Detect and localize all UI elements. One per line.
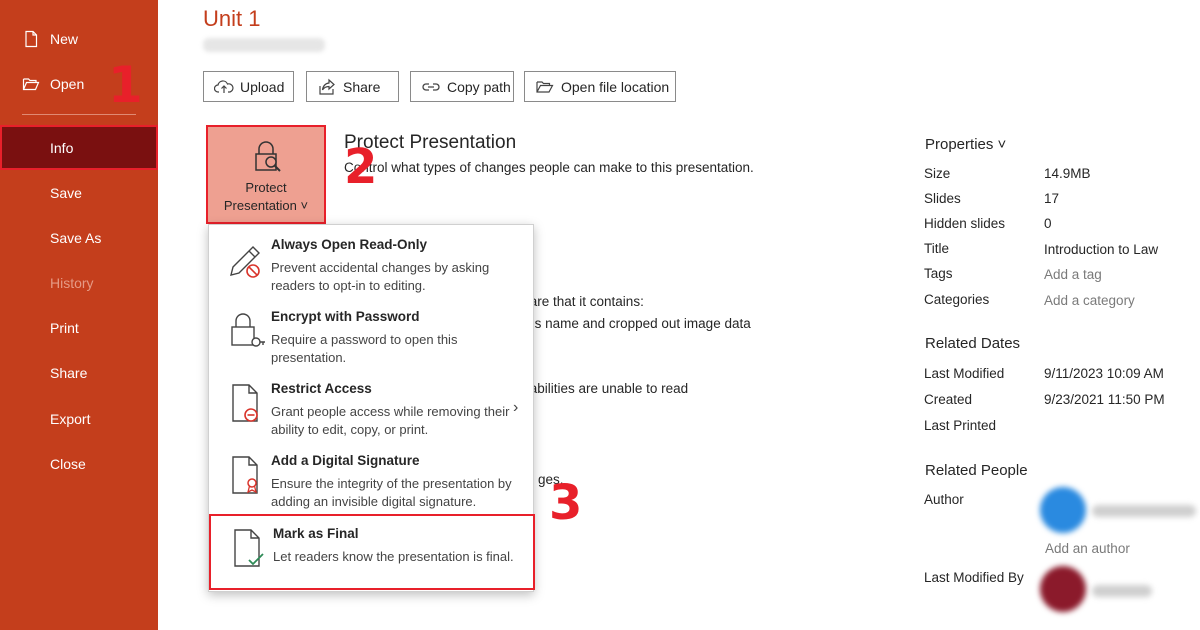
related-people-heading: Related People xyxy=(925,462,1028,479)
accessibility-text-line: isabilities are unable to read xyxy=(520,381,689,396)
sidebar-item-history: History xyxy=(0,263,158,303)
inspect-text-line: or's name and cropped out image data xyxy=(520,316,751,331)
last-modified-by-name-blurred[interactable] xyxy=(1092,585,1152,597)
menu-item-restrict-access[interactable]: Restrict Access Grant people access whil… xyxy=(209,371,533,443)
copy-path-button[interactable]: Copy path xyxy=(410,71,514,102)
share-label: Share xyxy=(343,78,381,95)
author-name-blurred[interactable] xyxy=(1092,505,1196,517)
menu-item-mark-as-final[interactable]: Mark as Final Let readers know the prese… xyxy=(209,514,535,590)
menu-item-description: Prevent accidental changes by asking rea… xyxy=(271,260,490,293)
annotation-step-2: 2 xyxy=(344,139,378,195)
sidebar-item-label: History xyxy=(50,275,94,291)
folder-open-icon xyxy=(22,78,40,91)
menu-item-description: Require a password to open this presenta… xyxy=(271,332,458,365)
add-author-link[interactable]: Add an author xyxy=(1045,541,1130,556)
date-value: 9/11/2023 10:09 AM xyxy=(1044,366,1164,381)
last-modified-by-avatar[interactable] xyxy=(1040,566,1086,612)
protect-presentation-button[interactable]: Protect Presentation ˅ xyxy=(206,125,326,224)
title-field[interactable]: Introduction to Law xyxy=(1044,242,1158,257)
sidebar-item-share[interactable]: Share xyxy=(0,353,158,393)
sidebar-item-close[interactable]: Close xyxy=(0,444,158,484)
date-value: 9/23/2021 11:50 PM xyxy=(1044,392,1165,407)
tags-field[interactable]: Add a tag xyxy=(1044,267,1102,282)
sidebar-item-info[interactable]: Info xyxy=(0,125,158,170)
sidebar-item-save-as[interactable]: Save As xyxy=(0,218,158,258)
share-icon xyxy=(319,78,335,95)
lock-search-icon xyxy=(255,141,281,172)
backstage-view: New Open Info Save Save As History Print… xyxy=(0,0,1200,630)
annotation-step-3: 3 xyxy=(549,475,583,531)
page-title: Unit 1 xyxy=(203,6,261,31)
menu-item-title: Always Open Read-Only xyxy=(271,237,428,252)
chevron-right-icon: › xyxy=(513,399,519,416)
menu-item-description: Let readers know the presentation is fin… xyxy=(273,549,514,564)
sidebar-item-label: Export xyxy=(50,411,91,427)
properties-heading[interactable]: Properties ˅ xyxy=(925,136,1006,153)
menu-item-add-digital-signature[interactable]: Add a Digital Signature Ensure the integ… xyxy=(209,443,533,515)
property-value: 17 xyxy=(1044,191,1060,206)
sidebar-item-label: Close xyxy=(50,456,86,472)
inspect-text-line: ware that it contains: xyxy=(520,294,644,309)
open-file-location-button[interactable]: Open file location xyxy=(524,71,676,102)
property-label: Size xyxy=(924,166,951,181)
related-dates-heading: Related Dates xyxy=(925,335,1021,352)
protect-presentation-menu: Always Open Read-Only Prevent accidental… xyxy=(208,224,535,592)
open-file-location-label: Open file location xyxy=(561,78,670,95)
sidebar-item-label: Save As xyxy=(50,230,102,246)
menu-item-always-open-read-only[interactable]: Always Open Read-Only Prevent accidental… xyxy=(209,227,533,299)
date-label: Created xyxy=(924,392,973,407)
last-modified-by-label: Last Modified By xyxy=(924,570,1024,585)
pencil-prohibited-icon xyxy=(230,246,260,278)
sidebar-item-print[interactable]: Print xyxy=(0,308,158,348)
document-signature-icon xyxy=(232,456,258,494)
property-label: Slides xyxy=(924,191,961,206)
sidebar-item-export[interactable]: Export xyxy=(0,399,158,439)
upload-label: Upload xyxy=(240,78,285,95)
link-icon xyxy=(422,82,440,91)
document-check-icon xyxy=(234,529,264,567)
protect-presentation-label: Protect Presentation ˅ xyxy=(223,180,309,213)
menu-item-encrypt-with-password[interactable]: Encrypt with Password Require a password… xyxy=(209,299,533,371)
property-label: Hidden slides xyxy=(924,216,1006,231)
sidebar-item-label: Save xyxy=(50,185,82,201)
categories-field[interactable]: Add a category xyxy=(1044,293,1135,308)
author-avatar[interactable] xyxy=(1040,487,1086,533)
new-document-icon xyxy=(25,30,38,48)
upload-button[interactable]: Upload xyxy=(203,71,294,102)
menu-item-description: Grant people access while removing their… xyxy=(271,404,510,437)
backstage-sidebar: New Open Info Save Save As History Print… xyxy=(0,0,158,630)
sidebar-item-label: Share xyxy=(50,365,88,381)
sidebar-item-label: New xyxy=(50,31,79,47)
property-label: Title xyxy=(924,241,950,256)
property-label: Tags xyxy=(924,266,953,281)
folder-open-icon xyxy=(536,80,554,93)
date-label: Last Modified xyxy=(924,366,1005,381)
menu-item-title: Restrict Access xyxy=(271,381,372,396)
sidebar-item-label: Info xyxy=(50,139,74,156)
author-label: Author xyxy=(924,492,964,507)
menu-item-title: Add a Digital Signature xyxy=(271,453,420,468)
property-label: Categories xyxy=(924,292,990,307)
property-value: 14.9MB xyxy=(1044,166,1091,181)
sidebar-item-new[interactable]: New xyxy=(0,19,158,59)
date-label: Last Printed xyxy=(924,418,997,433)
share-button[interactable]: Share xyxy=(306,71,399,102)
cloud-upload-icon xyxy=(214,79,234,93)
sidebar-item-save[interactable]: Save xyxy=(0,173,158,213)
menu-item-description: Ensure the integrity of the presentation… xyxy=(271,476,512,509)
file-path-blurred xyxy=(203,38,325,52)
copy-path-label: Copy path xyxy=(447,78,511,95)
property-value: 0 xyxy=(1044,216,1052,231)
menu-item-title: Mark as Final xyxy=(273,526,359,541)
sidebar-item-label: Print xyxy=(50,320,79,336)
sidebar-item-label: Open xyxy=(50,76,85,92)
lock-key-icon xyxy=(231,313,265,347)
document-restricted-icon xyxy=(232,384,258,422)
protect-section-description: Control what types of changes people can… xyxy=(344,160,754,175)
sidebar-divider xyxy=(22,114,136,115)
menu-item-title: Encrypt with Password xyxy=(271,309,420,324)
annotation-step-1: 1 xyxy=(108,56,143,114)
